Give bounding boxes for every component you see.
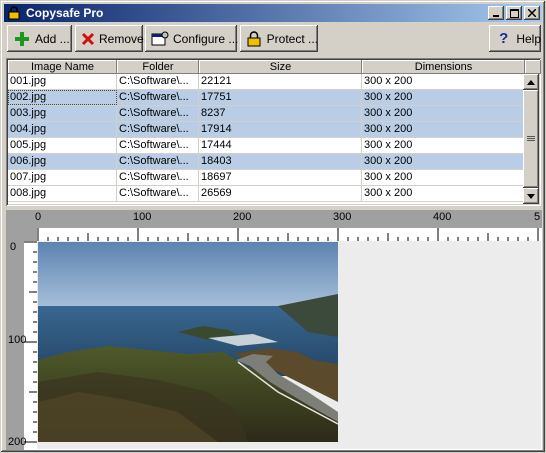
cell-size: 17751 (199, 90, 362, 105)
table-row[interactable]: 003.jpg C:\Software\... 8237 300 x 200 (8, 106, 525, 122)
header-spacer (525, 60, 541, 74)
cell-folder: C:\Software\... (117, 170, 199, 185)
ruler-top-label: 100 (133, 211, 152, 223)
up-arrow-icon (527, 79, 535, 85)
table-row[interactable]: 008.jpg C:\Software\... 26569 300 x 200 (8, 186, 525, 202)
cell-dimensions: 300 x 200 (362, 106, 525, 121)
cell-size: 18403 (199, 154, 362, 169)
image-preview-panel: 0 100 200 300 400 5 0 100 200 (6, 210, 542, 450)
maximize-icon (509, 8, 519, 18)
ruler-left-label: 0 (10, 241, 17, 253)
grid-body: 001.jpg C:\Software\... 22121 300 x 200 002.… (8, 74, 525, 204)
cell-size: 26569 (199, 186, 362, 201)
add-button[interactable]: Add ... (7, 25, 72, 52)
minimize-icon (493, 15, 499, 17)
window-title: Copysafe Pro (26, 6, 104, 20)
table-row[interactable]: 005.jpg C:\Software\... 17444 300 x 200 (8, 138, 525, 154)
plus-icon (13, 30, 31, 48)
cell-size: 17444 (199, 138, 362, 153)
protect-label: Protect ... (266, 31, 318, 46)
help-button[interactable]: ? Help (489, 25, 541, 52)
header-dimensions[interactable]: Dimensions (362, 60, 525, 74)
grid-header: Image Name Folder Size Dimensions (8, 60, 541, 74)
protect-button[interactable]: Protect ... (240, 25, 318, 52)
red-x-icon (81, 30, 95, 48)
ruler-top-label: 5 (534, 211, 541, 223)
grip-icon (527, 136, 535, 141)
scroll-up-button[interactable] (523, 74, 539, 90)
cell-size: 18697 (199, 170, 362, 185)
ruler-top-label: 300 (333, 211, 352, 223)
cell-folder: C:\Software\... (117, 154, 199, 169)
cell-dimensions: 300 x 200 (362, 138, 525, 153)
ruler-left-label: 200 (8, 436, 27, 448)
table-row[interactable]: 007.jpg C:\Software\... 18697 300 x 200 (8, 170, 525, 186)
cell-image-name: 007.jpg (8, 170, 117, 185)
app-lock-icon (6, 5, 22, 21)
down-arrow-icon (527, 193, 535, 199)
cell-image-name: 006.jpg (8, 154, 117, 169)
cell-image-name: 001.jpg (8, 74, 117, 89)
cell-folder: C:\Software\... (117, 106, 199, 121)
toolbar: Add ... Remove Configure ... Protect ...… (5, 25, 543, 55)
cell-image-name: 005.jpg (8, 138, 117, 153)
scroll-down-button[interactable] (523, 188, 539, 204)
ruler-top-label: 400 (433, 211, 452, 223)
cell-dimensions: 300 x 200 (362, 154, 525, 169)
minimize-button[interactable] (488, 6, 504, 20)
cell-image-name: 004.jpg (8, 122, 117, 137)
configure-label: Configure ... (173, 31, 239, 46)
table-row[interactable]: 004.jpg C:\Software\... 17914 300 x 200 (8, 122, 525, 138)
cell-folder: C:\Software\... (117, 90, 199, 105)
help-label: Help (516, 31, 541, 46)
title-bar[interactable]: Copysafe Pro (4, 4, 542, 22)
cell-dimensions: 300 x 200 (362, 74, 525, 89)
cell-size: 17914 (199, 122, 362, 137)
cell-folder: C:\Software\... (117, 138, 199, 153)
cell-size: 22121 (199, 74, 362, 89)
cell-folder: C:\Software\... (117, 74, 199, 89)
scroll-thumb[interactable] (523, 90, 539, 188)
cell-dimensions: 300 x 200 (362, 122, 525, 137)
close-button[interactable] (524, 6, 540, 20)
cell-folder: C:\Software\... (117, 122, 199, 137)
header-folder[interactable]: Folder (117, 60, 199, 74)
ruler-top-label: 0 (35, 211, 42, 223)
cell-dimensions: 300 x 200 (362, 186, 525, 201)
add-label: Add ... (35, 31, 70, 46)
header-size[interactable]: Size (199, 60, 362, 74)
table-row[interactable]: 002.jpg C:\Software\... 17751 300 x 200 (8, 90, 525, 106)
cell-dimensions: 300 x 200 (362, 90, 525, 105)
cell-image-name: 003.jpg (8, 106, 117, 121)
lock-icon (246, 30, 263, 48)
header-image-name[interactable]: Image Name (8, 60, 117, 74)
ruler-left-label: 100 (8, 334, 27, 346)
remove-button[interactable]: Remove (75, 25, 144, 52)
table-row[interactable]: 006.jpg C:\Software\... 18403 300 x 200 (8, 154, 525, 170)
close-icon (528, 9, 536, 17)
image-grid[interactable]: Image Name Folder Size Dimensions 001.jp… (6, 58, 541, 206)
preview-photo (38, 242, 338, 442)
cell-folder: C:\Software\... (117, 186, 199, 201)
cell-image-name: 008.jpg (8, 186, 117, 201)
configure-icon (151, 30, 169, 48)
table-row[interactable]: 001.jpg C:\Software\... 22121 300 x 200 (8, 74, 525, 90)
app-window: Copysafe Pro Add ... Remove Configure ..… (0, 0, 546, 453)
cell-image-name: 002.jpg (8, 90, 117, 105)
cell-size: 8237 (199, 106, 362, 121)
maximize-button[interactable] (506, 6, 522, 20)
vertical-scrollbar[interactable] (523, 74, 539, 204)
remove-label: Remove (99, 31, 144, 46)
question-icon: ? (499, 30, 509, 47)
configure-button[interactable]: Configure ... (145, 25, 239, 52)
cell-dimensions: 300 x 200 (362, 170, 525, 185)
ruler-top-label: 200 (233, 211, 252, 223)
